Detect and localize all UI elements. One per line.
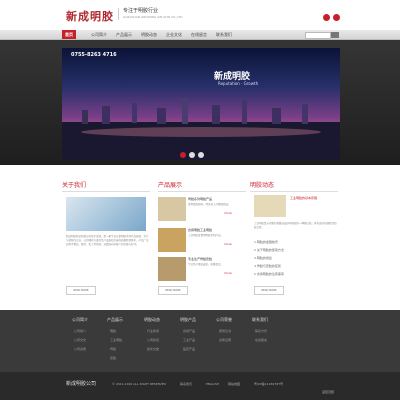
- nav-message[interactable]: 在线留言: [188, 30, 210, 39]
- footer-link[interactable]: 技术文章: [147, 347, 159, 351]
- footer-col-title[interactable]: 产品展示: [107, 317, 123, 323]
- nav-home[interactable]: 首页: [62, 30, 76, 39]
- news-featured-title[interactable]: 工业明胶的基本原理: [290, 196, 317, 200]
- about-more-button[interactable]: READ MORE: [66, 286, 96, 295]
- footer-link[interactable]: 工业明胶: [110, 338, 122, 342]
- news-item[interactable]: 5 食用明胶的注意事项: [254, 272, 284, 276]
- social-icon[interactable]: [333, 14, 340, 21]
- footer-link[interactable]: 行业新闻: [147, 329, 159, 333]
- footer-col-title[interactable]: 公司荣誉: [216, 317, 232, 323]
- product-desc: 采用优质原料，经多道工序精制而成。: [188, 203, 231, 206]
- product-desc: 工业明胶及食用明胶系列产品。: [188, 234, 224, 237]
- product-title[interactable]: 骨胶系列明胶产品: [188, 197, 212, 201]
- carousel-dot[interactable]: [180, 152, 186, 158]
- header: 新成明胶 专注于明胶行业 GOKASUAN GROWING GELATIN CO…: [0, 0, 400, 30]
- about-image: [66, 197, 146, 231]
- slogan: 专注于明胶行业 GOKASUAN GROWING GELATIN CO.,LTD: [118, 8, 182, 20]
- bottom-link[interactable]: ENGLISH: [206, 382, 219, 386]
- about-text: 新成明胶科技有限公司位于深圳，是一家专业从事明胶系列产品研发、生产与销售的企业。…: [66, 235, 149, 246]
- nav-culture[interactable]: 企业文化: [163, 30, 185, 39]
- footer-col-title[interactable]: 明胶产品: [180, 317, 196, 323]
- footer-link[interactable]: 皮胶: [110, 356, 116, 360]
- news-heading: 明胶动态: [250, 180, 338, 192]
- news-item[interactable]: 3 明胶的用途: [254, 256, 272, 260]
- carousel-dot[interactable]: [189, 152, 195, 158]
- products-more-button[interactable]: READ MORE: [158, 286, 188, 295]
- footer-link[interactable]: 公司文化: [74, 338, 86, 342]
- product-image[interactable]: [158, 257, 186, 281]
- footer-col-title[interactable]: 明胶动态: [144, 317, 160, 323]
- nav-news[interactable]: 明胶动态: [138, 30, 160, 39]
- product-more-link[interactable]: more: [224, 242, 232, 246]
- main-nav: 首页 公司简介 产品展示 明胶动态 企业文化 在线留言 联系我们: [0, 30, 400, 40]
- nav-products[interactable]: 产品展示: [113, 30, 135, 39]
- news-more-button[interactable]: READ MORE: [254, 286, 284, 295]
- icp-number[interactable]: 粤ICP备11039787号: [254, 382, 283, 386]
- product-title[interactable]: 食用明胶工业明胶: [188, 228, 212, 232]
- banner-phone: 0755-8263 4716: [71, 52, 117, 58]
- footer-link[interactable]: 明胶: [110, 329, 116, 333]
- carousel-dot[interactable]: [198, 152, 204, 158]
- bottom-bar: [0, 372, 400, 400]
- footer-link[interactable]: 食用产品: [183, 329, 195, 333]
- footer-link[interactable]: 荣誉证书: [219, 329, 231, 333]
- product-more-link[interactable]: more: [224, 211, 232, 215]
- news-intro: 工业明胶是从动物的骨骼或皮肤中提取的一种蛋白质，具有良好的凝胶性和粘合性。: [254, 222, 337, 229]
- footer-link[interactable]: 工业产品: [183, 338, 195, 342]
- news-item[interactable]: 4 骨胶与皮胶的区别: [254, 264, 281, 268]
- copyright: © 2011-2016 ALL RIGHT RESERVED: [112, 382, 166, 386]
- nav-about[interactable]: 公司简介: [88, 30, 110, 39]
- slogan-en: GOKASUAN GROWING GELATIN CO.,LTD: [123, 15, 183, 19]
- logo[interactable]: 新成明胶: [66, 8, 114, 24]
- footer-col-title[interactable]: 联系我们: [252, 317, 268, 323]
- back-to-top-link[interactable]: 返回顶部: [322, 390, 334, 394]
- product-image[interactable]: [158, 197, 186, 221]
- news-item[interactable]: 2 关于明胶的使用方法: [254, 248, 284, 252]
- product-more-link[interactable]: more: [224, 271, 232, 275]
- products-heading: 产品展示: [158, 180, 246, 192]
- news-item[interactable]: 1 明胶的发展前景: [254, 240, 278, 244]
- footer-link[interactable]: 公司简介: [74, 329, 86, 333]
- footer-link[interactable]: 公司新闻: [147, 338, 159, 342]
- footer-col-title[interactable]: 公司简介: [72, 317, 88, 323]
- footer-link[interactable]: 联系方式: [255, 329, 267, 333]
- nav-contact[interactable]: 联系我们: [213, 30, 235, 39]
- banner[interactable]: 0755-8263 4716 新成明胶 Reputation · Growth: [62, 48, 340, 160]
- banner-subtitle: Reputation · Growth: [218, 81, 259, 86]
- about-section: 关于我们: [62, 180, 150, 192]
- product-title[interactable]: 专业生产骨胶皮胶: [188, 257, 212, 261]
- product-desc: 专业生产骨胶皮胶，质量稳定。: [188, 263, 224, 266]
- footer-link[interactable]: 骨胶: [110, 347, 116, 351]
- footer-link[interactable]: 在线留言: [255, 338, 267, 342]
- footer-link[interactable]: 公司资质: [74, 347, 86, 351]
- search-button[interactable]: [331, 32, 339, 38]
- bottom-link[interactable]: 联系我们: [180, 382, 192, 386]
- product-image[interactable]: [158, 228, 186, 252]
- about-heading: 关于我们: [62, 180, 150, 192]
- footer-link[interactable]: 医药产品: [183, 347, 195, 351]
- bottom-link[interactable]: 网站地图: [228, 382, 240, 386]
- bottom-brand: 新成明胶公司: [66, 381, 97, 387]
- search-input[interactable]: [305, 32, 331, 39]
- footer-link[interactable]: 资质证明: [219, 338, 231, 342]
- products-section: 产品展示: [158, 180, 246, 192]
- news-section: 明胶动态: [250, 180, 338, 192]
- weibo-icon[interactable]: [323, 14, 330, 21]
- news-image[interactable]: [254, 195, 286, 217]
- city-skyline: [62, 98, 340, 160]
- slogan-cn: 专注于明胶行业: [123, 8, 159, 14]
